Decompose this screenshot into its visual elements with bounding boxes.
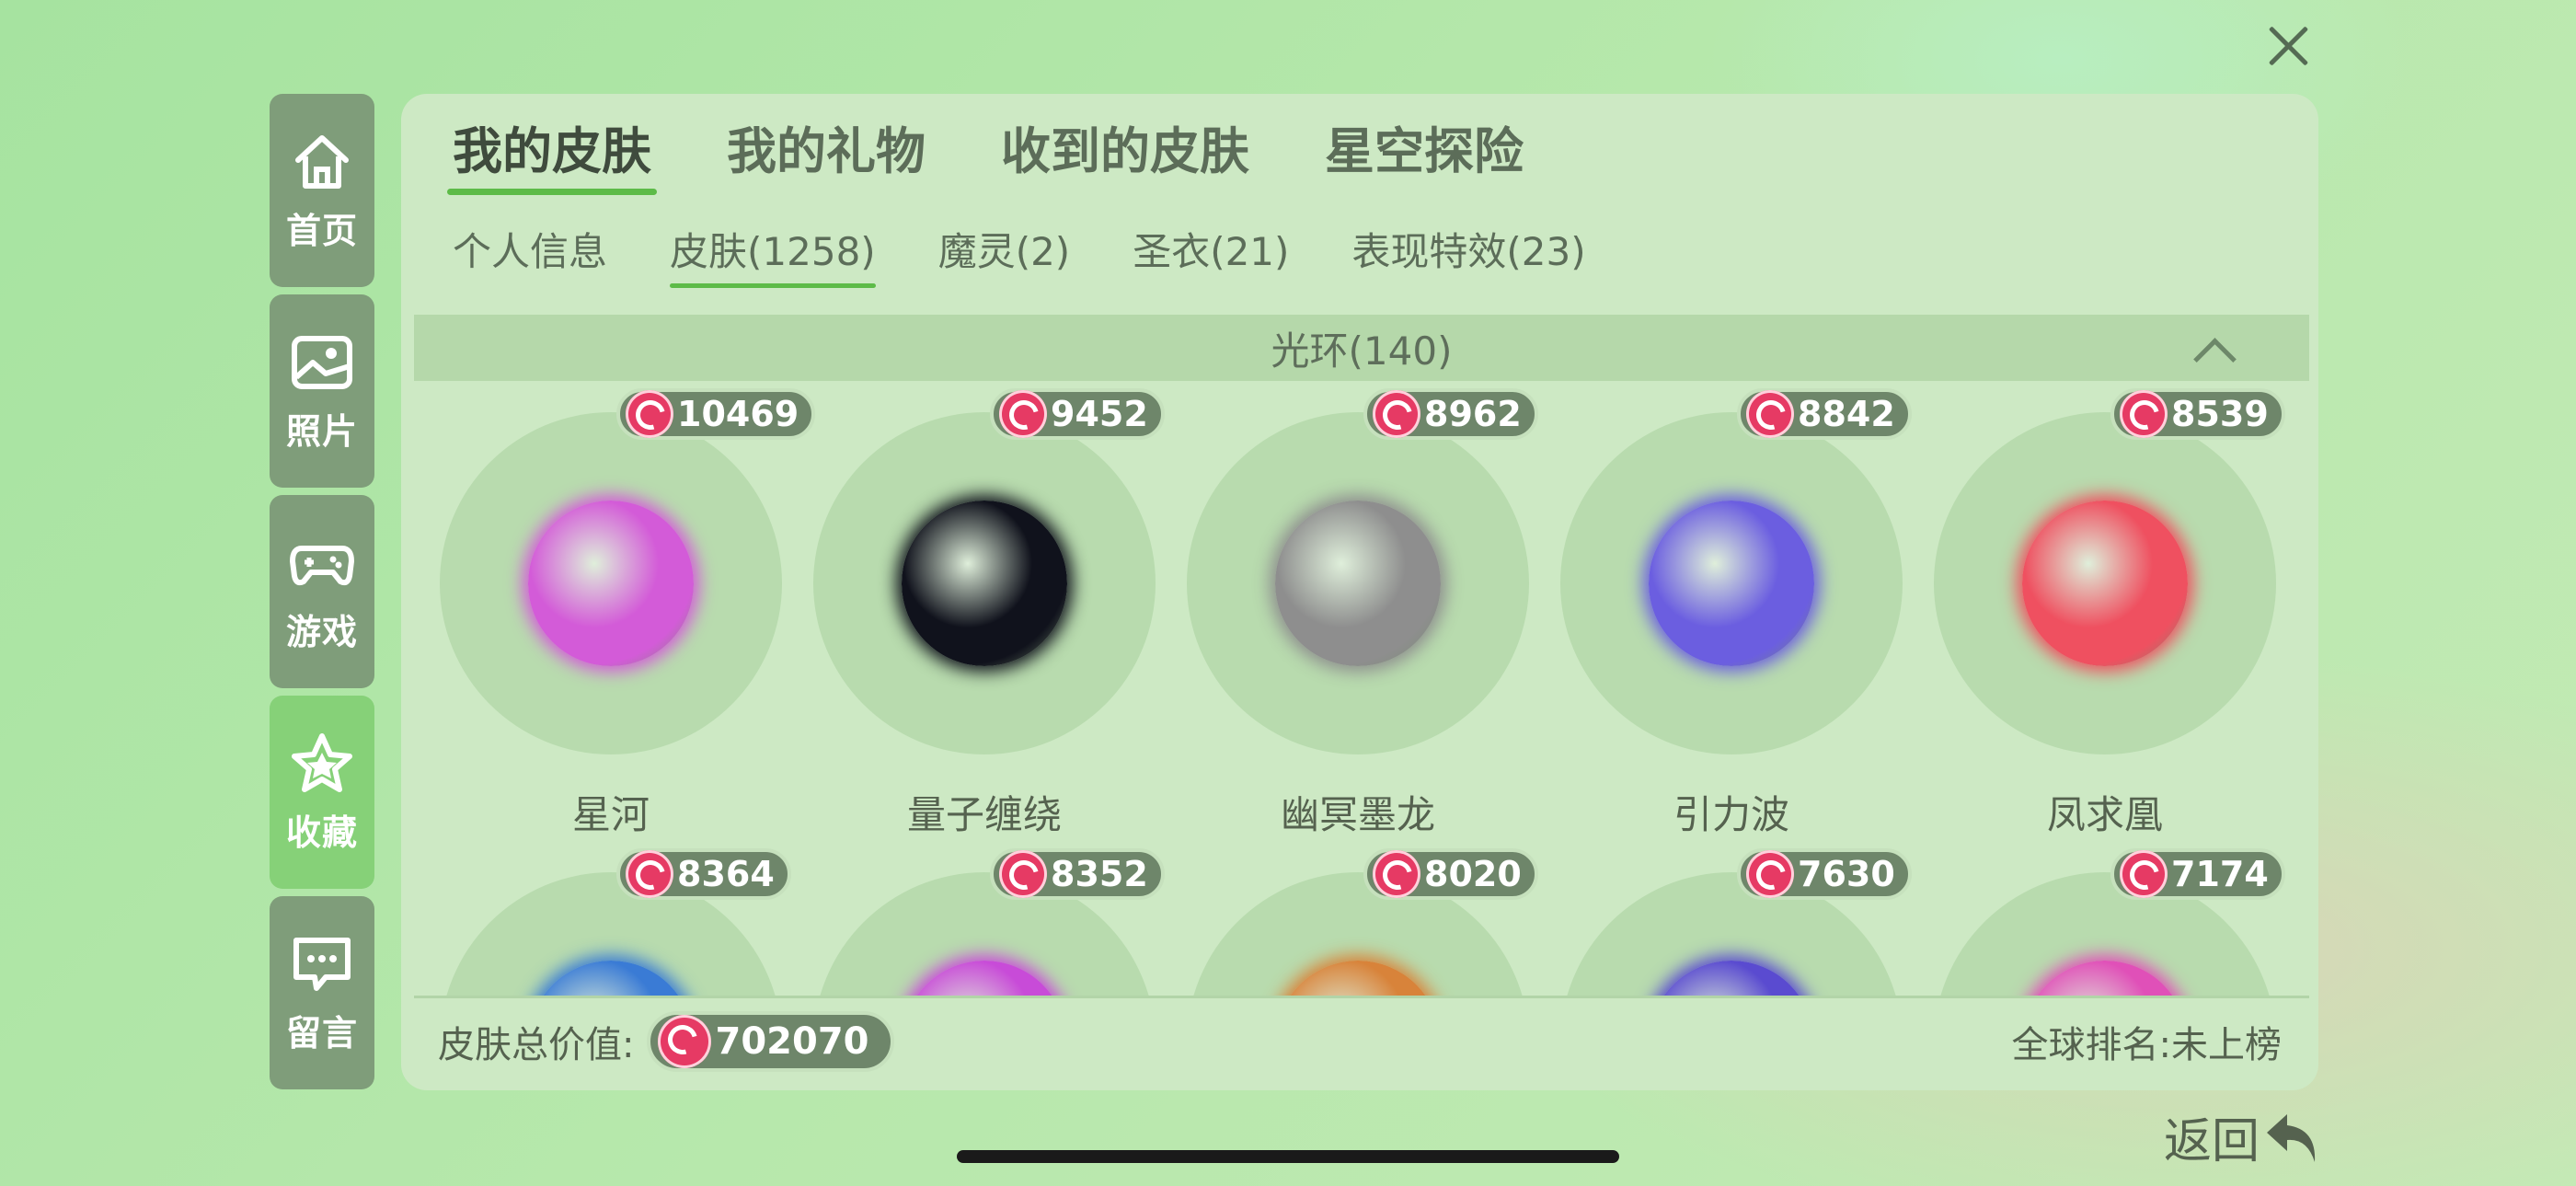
item-price: 7630 <box>1798 854 1895 894</box>
sidebar-item-label: 首页 <box>285 210 358 251</box>
item-price: 10469 <box>677 394 799 434</box>
subtab-spirits[interactable]: 魔灵(2) <box>938 221 1071 286</box>
candy-icon <box>999 390 1047 438</box>
halo-preview <box>2022 501 2188 666</box>
halo-preview <box>528 501 694 666</box>
candy-icon <box>999 850 1047 898</box>
sidebar-item-label: 照片 <box>285 410 358 452</box>
candy-icon <box>1373 850 1420 898</box>
sidebar: 首页 照片 游戏 收藏 留言 <box>270 94 374 1097</box>
sidebar-item-games[interactable]: 游戏 <box>270 495 374 688</box>
item-price: 8020 <box>1424 854 1522 894</box>
candy-icon <box>1373 390 1420 438</box>
skin-item[interactable]: 8539 凤求凰 <box>1930 381 2285 837</box>
candy-icon <box>658 1015 712 1068</box>
skin-item[interactable]: 7174 <box>1930 830 2285 996</box>
skin-item[interactable]: 7630 <box>1557 830 1912 996</box>
price-badge: 8352 <box>990 848 1165 900</box>
star-icon <box>292 732 352 792</box>
sub-tabs: 个人信息 皮肤(1258) 魔灵(2) 圣衣(21) 表现特效(23) <box>453 221 1649 288</box>
skin-item[interactable]: 9452 量子缠绕 <box>810 381 1165 837</box>
halo-preview <box>902 501 1067 666</box>
subtab-holy-clothes[interactable]: 圣衣(21) <box>1133 221 1289 286</box>
sidebar-item-label: 收藏 <box>285 812 358 853</box>
total-value-badge: 702070 <box>647 1011 895 1072</box>
price-badge: 7630 <box>1737 848 1912 900</box>
sidebar-item-home[interactable]: 首页 <box>270 94 374 287</box>
price-badge: 8539 <box>2110 388 2285 440</box>
price-badge: 9452 <box>990 388 1165 440</box>
price-badge: 7174 <box>2110 848 2285 900</box>
price-badge: 10469 <box>616 388 816 440</box>
price-badge: 8364 <box>616 848 791 900</box>
gamepad-icon <box>290 545 354 585</box>
item-price: 8962 <box>1424 394 1522 434</box>
close-button[interactable] <box>2259 17 2317 75</box>
back-button[interactable]: 返回 <box>2164 1102 2324 1171</box>
skin-item[interactable]: 8842 引力波 <box>1557 381 1912 837</box>
skin-item[interactable]: 10469 星河 <box>436 381 816 837</box>
tab-my-skins[interactable]: 我的皮肤 <box>447 110 657 195</box>
price-badge: 8962 <box>1363 388 1538 440</box>
chevron-up-icon[interactable] <box>2193 338 2237 381</box>
subtab-skins[interactable]: 皮肤(1258) <box>670 221 876 288</box>
item-price: 9452 <box>1051 394 1148 434</box>
total-value-label: 皮肤总价值: <box>438 1024 635 1066</box>
candy-icon <box>626 390 673 438</box>
halo-preview <box>1275 501 1441 666</box>
back-arrow-icon <box>2267 1113 2316 1162</box>
tab-received-skins[interactable]: 收到的皮肤 <box>1001 110 1249 188</box>
main-panel: 我的皮肤 我的礼物 收到的皮肤 星空探险 个人信息 皮肤(1258) 魔灵(2)… <box>401 94 2318 1090</box>
item-price: 8842 <box>1798 394 1895 434</box>
halo-preview <box>1649 501 1814 666</box>
footer: 皮肤总价值: 702070 全球排名:未上榜 <box>438 1005 2282 1078</box>
item-grid: 10469 星河 9452 量子缠绕 8962 幽冥墨龙 8842 引力波 8539 凤求凰 836… <box>401 381 2318 996</box>
sidebar-item-messages[interactable]: 留言 <box>270 896 374 1089</box>
back-label: 返回 <box>2164 1114 2260 1169</box>
candy-icon <box>2120 390 2168 438</box>
item-price: 7174 <box>2171 854 2269 894</box>
tab-star-adventure[interactable]: 星空探险 <box>1325 110 1524 188</box>
price-badge: 8842 <box>1737 388 1912 440</box>
skin-item[interactable]: 8962 幽冥墨龙 <box>1183 381 1538 837</box>
total-value: 702070 <box>715 1020 869 1063</box>
sidebar-item-photos[interactable]: 照片 <box>270 294 374 488</box>
section-header-halo[interactable]: 光环(140) <box>414 315 2309 381</box>
home-icon <box>295 134 349 189</box>
total-value-group: 皮肤总价值: 702070 <box>438 1011 895 1072</box>
skin-item[interactable]: 8020 <box>1183 830 1538 996</box>
section-title: 光环(140) <box>1271 328 1453 374</box>
skin-item[interactable]: 8352 <box>810 830 1165 996</box>
photo-icon <box>292 335 352 389</box>
skin-item[interactable]: 8364 <box>436 830 791 996</box>
candy-icon <box>626 850 673 898</box>
item-price: 8539 <box>2171 394 2269 434</box>
candy-icon <box>1746 390 1794 438</box>
top-tabs: 我的皮肤 我的礼物 收到的皮肤 星空探险 <box>447 110 1599 195</box>
item-price: 8352 <box>1051 854 1148 894</box>
global-rank: 全球排名:未上榜 <box>2011 1024 2282 1066</box>
sidebar-item-favorites[interactable]: 收藏 <box>270 696 374 889</box>
subtab-profile[interactable]: 个人信息 <box>453 221 607 286</box>
candy-icon <box>1746 850 1794 898</box>
sidebar-item-label: 留言 <box>285 1012 358 1054</box>
tab-my-gifts[interactable]: 我的礼物 <box>727 110 926 188</box>
footer-divider <box>414 996 2309 998</box>
sidebar-item-label: 游戏 <box>285 611 358 652</box>
subtab-effects[interactable]: 表现特效(23) <box>1351 221 1585 286</box>
home-indicator <box>957 1150 1619 1163</box>
candy-icon <box>2120 850 2168 898</box>
price-badge: 8020 <box>1363 848 1538 900</box>
item-price: 8364 <box>677 854 775 894</box>
message-icon <box>293 937 351 991</box>
